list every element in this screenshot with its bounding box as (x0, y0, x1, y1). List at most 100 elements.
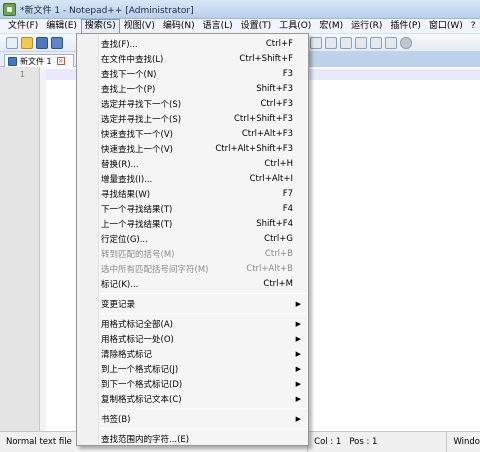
menu-item-jump-up-style[interactable]: 到上一个格式标记(J) ▶ (77, 361, 308, 376)
menu-tools[interactable]: 工具(O) (275, 19, 315, 33)
record-macro-icon[interactable] (370, 36, 382, 49)
menu-item-shortcut: Ctrl+Shift+F (239, 53, 293, 64)
menu-item-select-find-previous[interactable]: 选定并寻找上一个(S) Ctrl+Shift+F3 (77, 111, 308, 126)
menu-item-mark[interactable]: 标记(K)... Ctrl+M (77, 276, 308, 291)
status-eol-text: Windo (453, 437, 480, 447)
menu-item-shortcut: Ctrl+Alt+B (246, 263, 293, 274)
menu-item-style-all[interactable]: 用格式标记全部(A) ▶ (77, 316, 308, 331)
tab-new-file-1[interactable]: 新文件 1 × (4, 54, 74, 67)
menu-search[interactable]: 搜索(S) (80, 19, 120, 33)
menu-item-change-history[interactable]: 变更记录 ▶ (77, 296, 308, 311)
menu-item-clear-style[interactable]: 清除格式标记 ▶ (77, 346, 308, 361)
menu-settings[interactable]: 设置(T) (237, 19, 276, 33)
menu-view[interactable]: 视图(V) (120, 19, 159, 33)
status-file-type-text: Normal text file (6, 437, 72, 447)
notepad-app-icon (3, 2, 16, 16)
menu-plugins[interactable]: 插件(P) (386, 19, 424, 33)
menu-item-label: 寻找结果(W) (101, 189, 151, 200)
menu-item-shortcut: Shift+F4 (256, 218, 293, 229)
menu-item-find-in-files[interactable]: 在文件中查找(L) Ctrl+Shift+F (77, 51, 308, 66)
save-icon[interactable] (36, 36, 48, 49)
menu-run[interactable]: 运行(R) (347, 19, 386, 33)
menu-item-label: 书签(B) (101, 414, 131, 425)
menu-item-incremental-search[interactable]: 增量查找(I)... Ctrl+Alt+I (77, 171, 308, 186)
menu-item-shortcut: F7 (282, 188, 293, 199)
menu-item-next-search-result[interactable]: 下一个寻找结果(T) F4 (77, 201, 308, 216)
menu-item-replace[interactable]: 替换(R)... Ctrl+H (77, 156, 308, 171)
menu-item-label: 增量查找(I)... (101, 174, 153, 185)
menu-item-shortcut: Ctrl+Alt+F3 (241, 128, 293, 139)
menu-item-label: 变更记录 (101, 299, 136, 310)
menu-item-find[interactable]: 查找(F)... Ctrl+F (77, 36, 308, 51)
menu-item-quick-find-next[interactable]: 快速查找下一个(V) Ctrl+Alt+F3 (77, 126, 308, 141)
playback-macro-icon[interactable] (400, 36, 412, 49)
menu-item-shortcut: F3 (282, 68, 293, 79)
submenu-arrow-icon: ▶ (295, 334, 301, 343)
menu-item-quick-find-previous[interactable]: 快速查找上一个(V) Ctrl+Alt+Shift+F3 (77, 141, 308, 156)
menu-item-shortcut: Ctrl+Shift+F3 (234, 113, 293, 124)
menu-item-select-between-braces: 选中所有匹配括号间字符(M) Ctrl+Alt+B (77, 261, 308, 276)
menu-item-shortcut: F4 (282, 203, 293, 214)
menu-item-label: 选定并寻找上一个(S) (101, 114, 182, 125)
close-tab-icon[interactable]: × (56, 57, 65, 65)
monitoring-icon[interactable] (355, 36, 367, 49)
submenu-arrow-icon: ▶ (295, 299, 301, 308)
menu-item-label: 查找范围内的字符...(E) (101, 434, 190, 445)
menu-item-shortcut: Ctrl+F3 (260, 98, 293, 109)
menu-item-label: 替换(R)... (101, 159, 139, 170)
menu-help[interactable]: ? (467, 19, 480, 33)
doc-map-icon[interactable] (310, 36, 322, 49)
function-list-icon[interactable] (325, 36, 337, 49)
menu-separator (101, 293, 306, 294)
menu-item-label: 下一个寻找结果(T) (101, 204, 173, 215)
menu-item-find-previous[interactable]: 查找上一个(P) Shift+F3 (77, 81, 308, 96)
menu-window[interactable]: 窗口(W) (425, 19, 467, 33)
menu-item-label: 清除格式标记 (101, 349, 153, 360)
menu-item-label: 到上一个格式标记(J) (101, 364, 179, 375)
submenu-arrow-icon: ▶ (295, 379, 301, 388)
submenu-arrow-icon: ▶ (295, 364, 301, 373)
menu-item-label: 行定位(G)... (101, 234, 148, 245)
document-icon (8, 56, 17, 66)
menu-encoding[interactable]: 编码(N) (159, 19, 199, 33)
window-title: *新文件 1 - Notepad++ [Administrator] (20, 5, 194, 16)
open-folder-icon[interactable] (21, 36, 33, 49)
line-number-gutter: 1 (0, 67, 40, 431)
menu-item-bookmark[interactable]: 书签(B) ▶ (77, 411, 308, 426)
menu-item-select-find-next[interactable]: 选定并寻找下一个(S) Ctrl+F3 (77, 96, 308, 111)
menu-item-style-one[interactable]: 用格式标记一处(O) ▶ (77, 331, 308, 346)
tab-label: 新文件 1 (20, 56, 52, 66)
menu-item-find-chars-in-range[interactable]: 查找范围内的字符...(E) (77, 431, 308, 446)
submenu-arrow-icon: ▶ (295, 394, 301, 403)
menu-item-previous-search-result[interactable]: 上一个寻找结果(T) Shift+F4 (77, 216, 308, 231)
menu-macro[interactable]: 宏(M) (315, 19, 347, 33)
menu-item-label: 快速查找上一个(V) (101, 144, 173, 155)
menu-item-label: 选定并寻找下一个(S) (101, 99, 182, 110)
status-pos: Pos : 1 (349, 437, 378, 447)
menu-item-label: 标记(K)... (101, 279, 139, 290)
menu-language[interactable]: 语言(L) (199, 19, 237, 33)
menu-file[interactable]: 文件(F) (4, 19, 42, 33)
menu-item-shortcut: Ctrl+Alt+I (249, 173, 293, 184)
menu-item-search-results[interactable]: 寻找结果(W) F7 (77, 186, 308, 201)
stop-macro-icon[interactable] (385, 36, 397, 49)
menu-item-go-to-matching-brace: 转到匹配的括号(M) Ctrl+B (77, 246, 308, 261)
menu-item-go-to-line[interactable]: 行定位(G)... Ctrl+G (77, 231, 308, 246)
menu-item-label: 复制格式标记文本(C) (101, 394, 182, 405)
new-file-icon[interactable] (6, 36, 18, 49)
menu-item-find-next[interactable]: 查找下一个(N) F3 (77, 66, 308, 81)
status-eol: Windo (446, 432, 480, 452)
menu-item-label: 上一个寻找结果(T) (101, 219, 173, 230)
menu-item-shortcut: Ctrl+G (264, 233, 293, 244)
menu-item-label: 在文件中查找(L) (101, 54, 164, 65)
search-menu-dropdown: 查找(F)... Ctrl+F 在文件中查找(L) Ctrl+Shift+F 查找下… (76, 33, 309, 446)
status-position: Col : 1 Pos : 1 (308, 432, 446, 452)
menu-item-label: 查找上一个(P) (101, 84, 156, 95)
folder-workspace-icon[interactable] (340, 36, 352, 49)
menu-item-jump-down-style[interactable]: 到下一个格式标记(D) ▶ (77, 376, 308, 391)
menu-item-label: 转到匹配的括号(M) (101, 249, 175, 260)
save-all-icon[interactable] (51, 36, 63, 49)
menu-item-copy-styled-text[interactable]: 复制格式标记文本(C) ▶ (77, 391, 308, 406)
menu-edit[interactable]: 编辑(E) (42, 19, 81, 33)
menu-item-shortcut: Shift+F3 (256, 83, 293, 94)
